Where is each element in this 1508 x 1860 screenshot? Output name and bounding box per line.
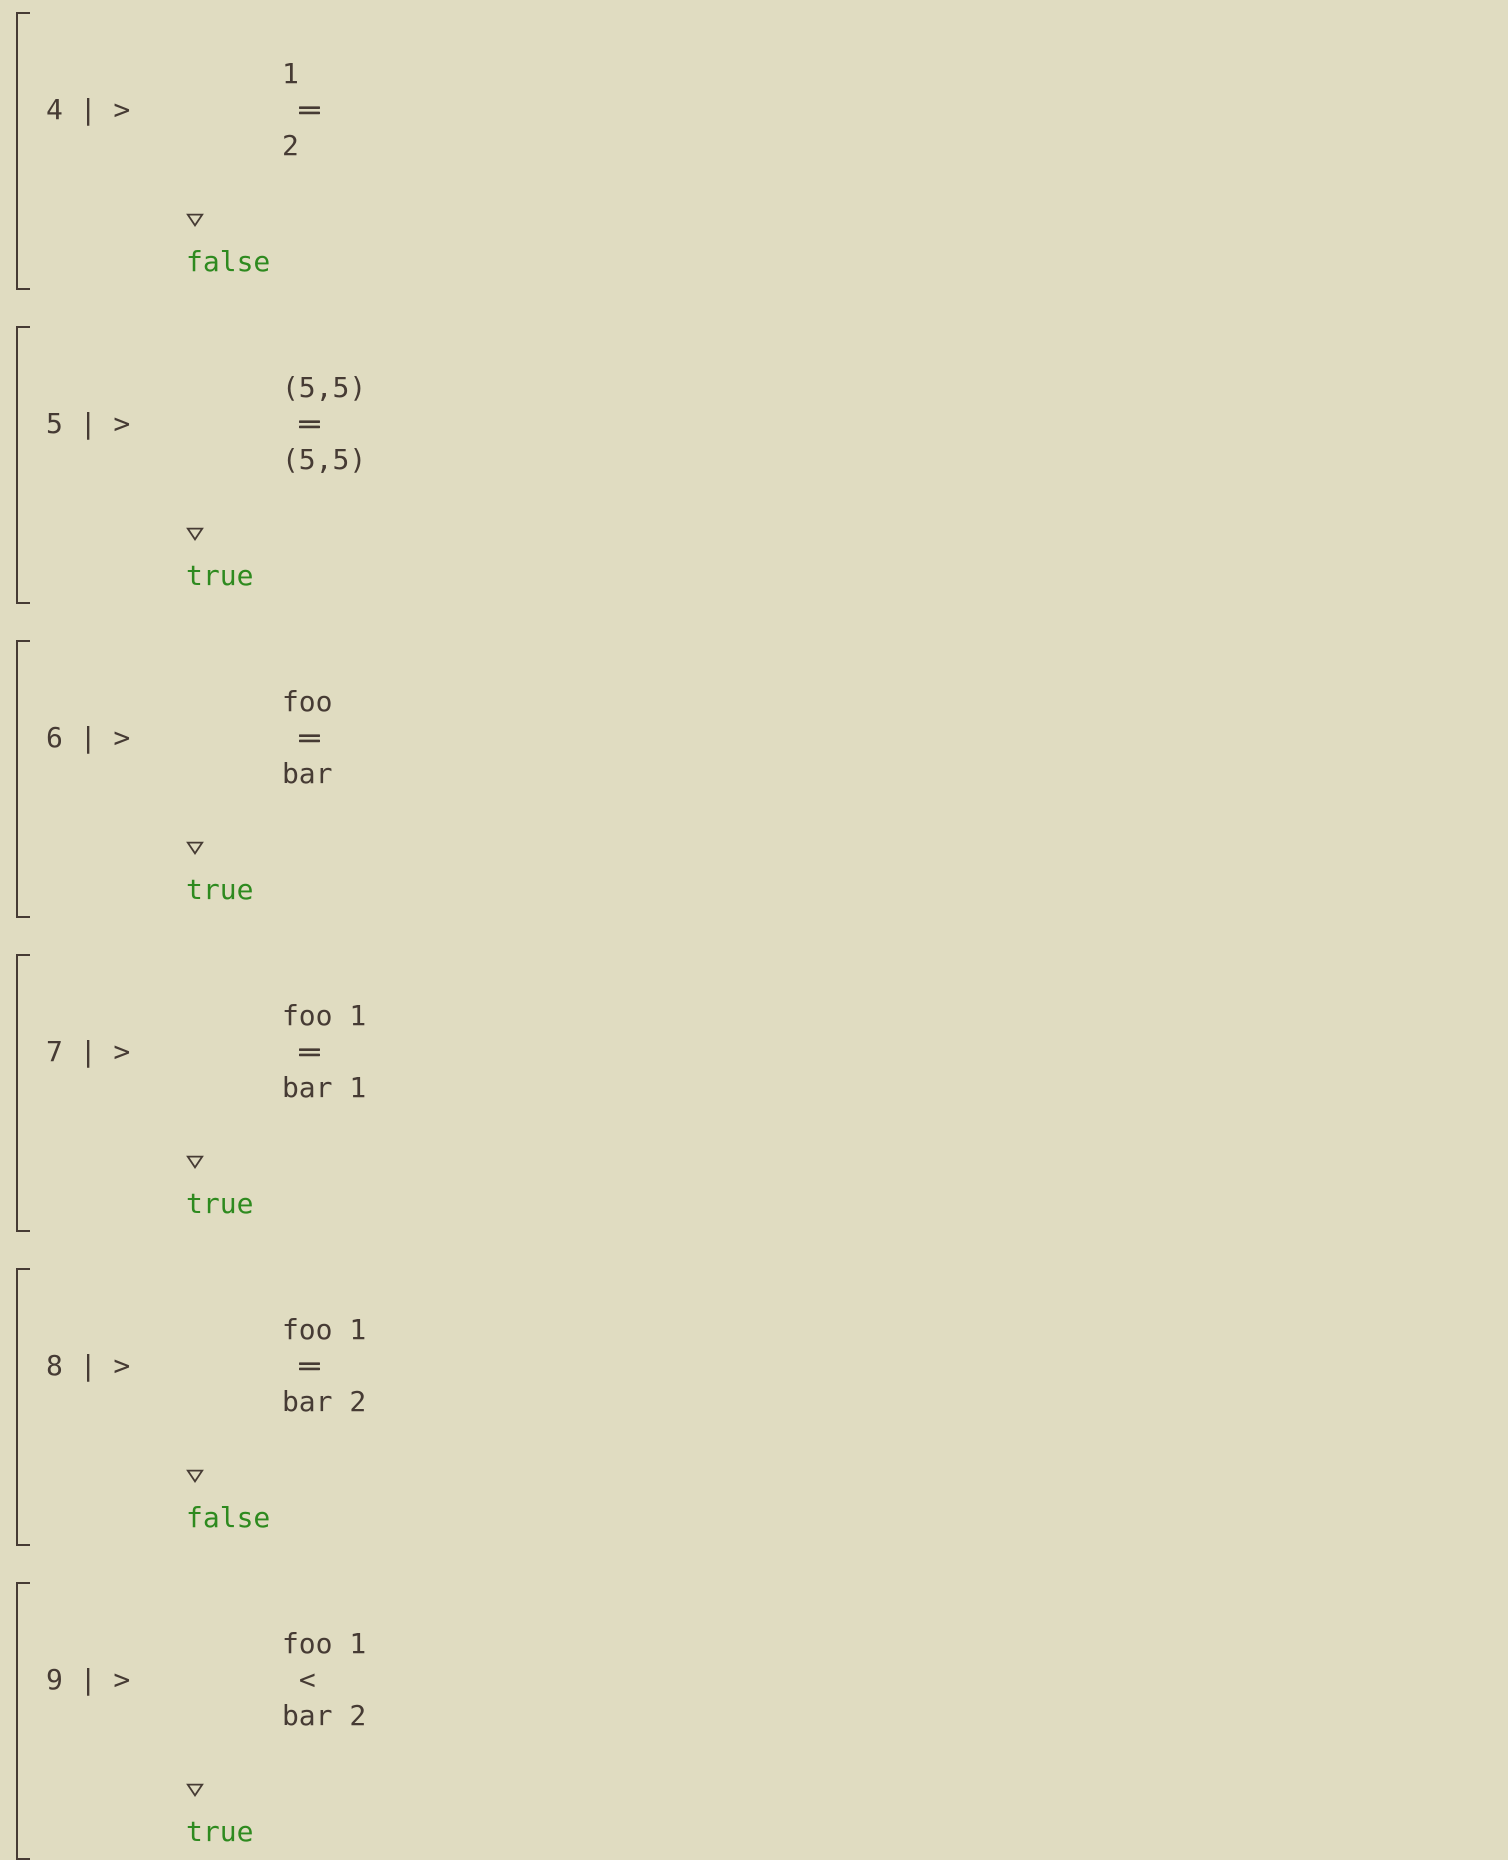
rhs: bar 2 — [282, 1385, 366, 1418]
output-marker — [46, 1770, 1508, 1814]
lhs: foo 1 — [282, 1313, 366, 1346]
repl-cell: 4 | > 1 2 false — [16, 12, 1508, 290]
result: true — [46, 558, 1508, 594]
result: true — [46, 872, 1508, 908]
input-line: 8 | > foo 1 bar 2 — [46, 1276, 1508, 1456]
output-marker — [46, 200, 1508, 244]
repl-cell: 5 | > (5,5) (5,5) true — [16, 326, 1508, 604]
result: true — [46, 1814, 1508, 1850]
rhs: bar 1 — [282, 1071, 366, 1104]
output-marker — [46, 514, 1508, 558]
column-separator: | — [63, 1034, 114, 1070]
line-number: 7 — [46, 1034, 63, 1070]
rhs: bar 2 — [282, 1699, 366, 1732]
expression: foo 1 bar 1 — [147, 962, 366, 1142]
expression: foo bar — [147, 648, 337, 828]
prompt: > — [113, 1034, 147, 1070]
operator: < — [299, 1663, 316, 1696]
column-separator: | — [63, 1662, 114, 1698]
down-triangle-icon — [186, 1456, 204, 1500]
down-triangle-icon — [186, 514, 204, 558]
operator — [299, 1349, 320, 1382]
output-marker — [46, 1456, 1508, 1500]
prompt: > — [113, 92, 147, 128]
down-triangle-icon — [186, 1142, 204, 1186]
input-line: 7 | > foo 1 bar 1 — [46, 962, 1508, 1142]
prompt: > — [113, 720, 147, 756]
operator — [299, 407, 320, 440]
rhs: bar — [282, 757, 333, 790]
operator — [299, 1035, 320, 1068]
rhs: 2 — [282, 129, 299, 162]
rhs: (5,5) — [282, 443, 366, 476]
column-separator: | — [63, 92, 114, 128]
lhs: 1 — [282, 57, 299, 90]
result: false — [46, 1500, 1508, 1536]
repl-cell: 9 | > foo 1 < bar 2 true — [16, 1582, 1508, 1860]
result: false — [46, 244, 1508, 280]
prompt: > — [113, 1348, 147, 1384]
down-triangle-icon — [186, 828, 204, 872]
line-number: 4 — [46, 92, 63, 128]
output-marker — [46, 1142, 1508, 1186]
line-number: 9 — [46, 1662, 63, 1698]
line-number: 8 — [46, 1348, 63, 1384]
result: true — [46, 1186, 1508, 1222]
down-triangle-icon — [186, 200, 204, 244]
expression: foo 1 bar 2 — [147, 1276, 366, 1456]
expression: foo 1 < bar 2 — [147, 1590, 366, 1770]
lhs: (5,5) — [282, 371, 366, 404]
repl-cell: 7 | > foo 1 bar 1 true — [16, 954, 1508, 1232]
repl-transcript: 4 | > 1 2 false 5 | > (5,5) (5,5) — [0, 0, 1508, 1214]
input-line: 6 | > foo bar — [46, 648, 1508, 828]
line-number: 5 — [46, 406, 63, 442]
column-separator: | — [63, 1348, 114, 1384]
input-line: 5 | > (5,5) (5,5) — [46, 334, 1508, 514]
operator — [299, 721, 320, 754]
line-number: 6 — [46, 720, 63, 756]
output-marker — [46, 828, 1508, 872]
lhs: foo 1 — [282, 1627, 366, 1660]
input-line: 9 | > foo 1 < bar 2 — [46, 1590, 1508, 1770]
operator — [299, 93, 320, 126]
prompt: > — [113, 406, 147, 442]
expression: 1 2 — [147, 20, 337, 200]
repl-cell: 6 | > foo bar true — [16, 640, 1508, 918]
column-separator: | — [63, 406, 114, 442]
lhs: foo 1 — [282, 999, 366, 1032]
column-separator: | — [63, 720, 114, 756]
down-triangle-icon — [186, 1770, 204, 1814]
input-line: 4 | > 1 2 — [46, 20, 1508, 200]
expression: (5,5) (5,5) — [147, 334, 366, 514]
lhs: foo — [282, 685, 333, 718]
prompt: > — [113, 1662, 147, 1698]
repl-cell: 8 | > foo 1 bar 2 false — [16, 1268, 1508, 1546]
